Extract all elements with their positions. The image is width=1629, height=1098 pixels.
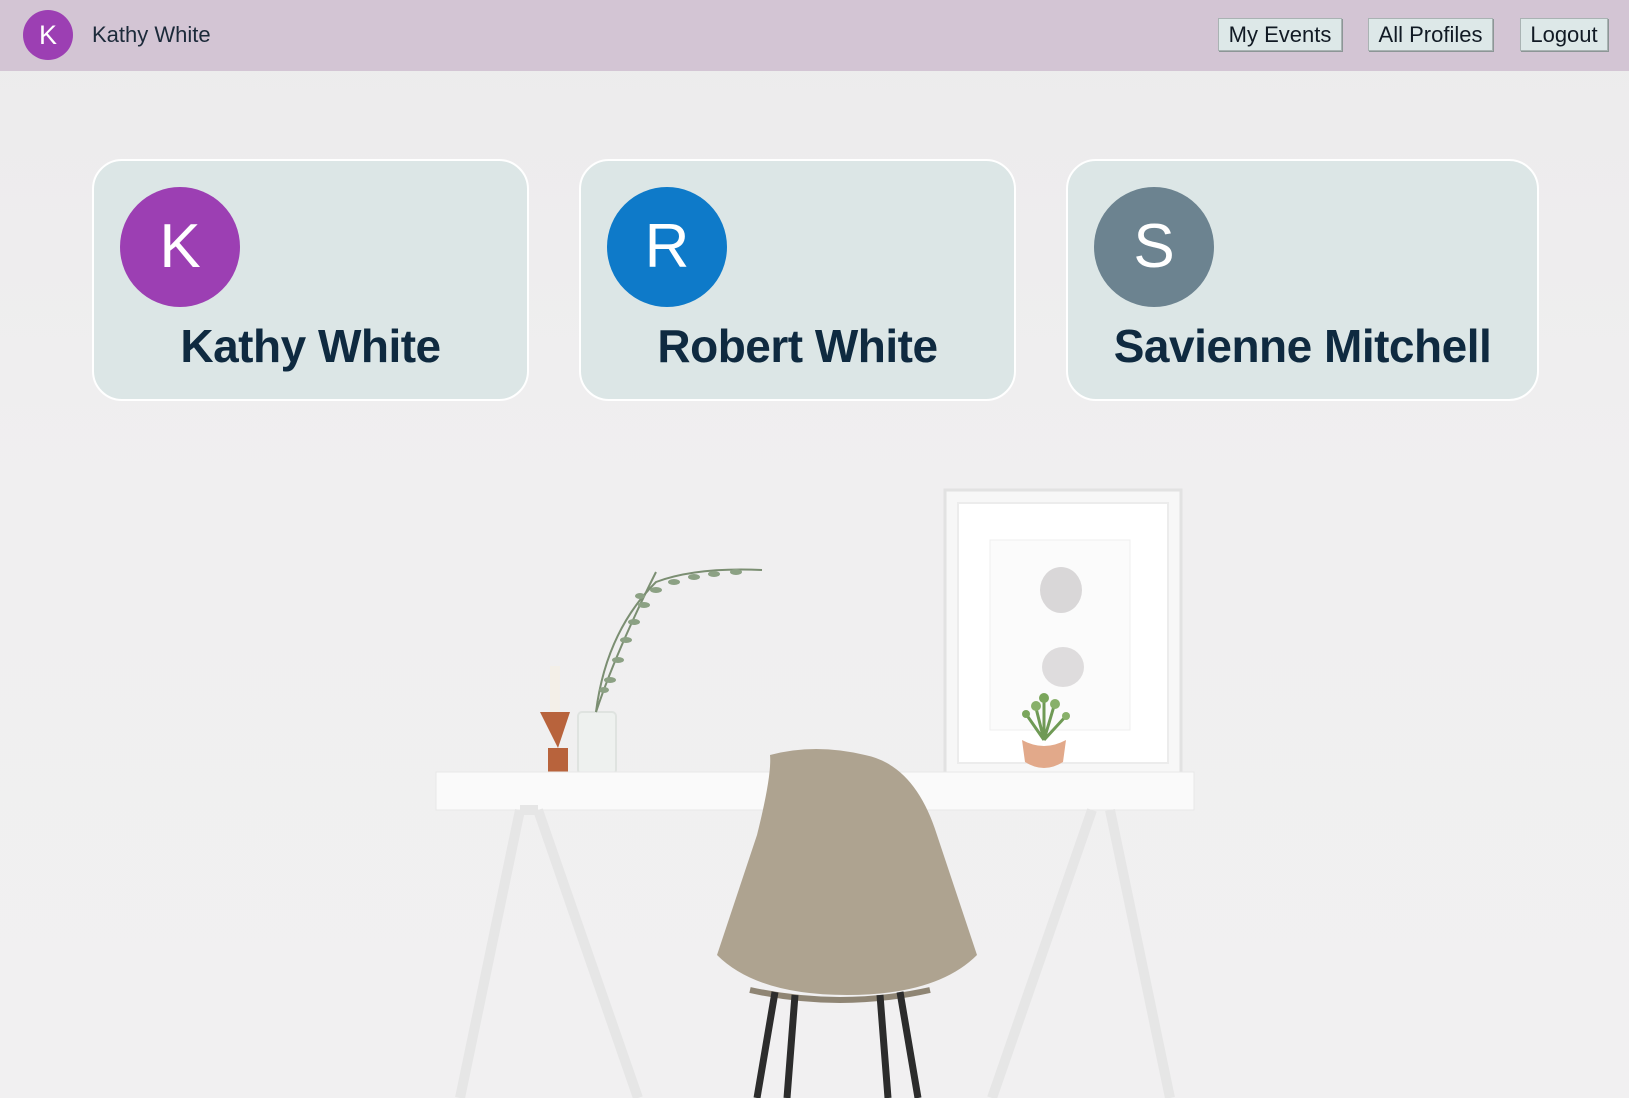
my-events-button[interactable]: My Events	[1218, 18, 1342, 51]
current-user-name: Kathy White	[92, 22, 211, 47]
profile-initial: R	[644, 212, 690, 281]
profile-name: Robert White	[657, 320, 938, 372]
profile-avatar: R	[607, 187, 727, 307]
profile-avatar: S	[1094, 187, 1214, 307]
profile-card[interactable]: R Robert White	[579, 159, 1016, 401]
profile-initial: K	[159, 212, 201, 281]
top-navigation-bar: K Kathy White My Events All Profiles Log…	[0, 0, 1629, 71]
profile-avatar: K	[120, 187, 240, 307]
profile-name: Kathy White	[180, 320, 441, 372]
picture-frame	[943, 488, 1183, 778]
profile-name: Savienne Mitchell	[1113, 320, 1492, 372]
plant-vase	[577, 568, 763, 775]
logout-button[interactable]: Logout	[1520, 18, 1608, 51]
profile-card[interactable]: S Savienne Mitchell	[1066, 159, 1539, 401]
current-user-initial: K	[38, 20, 57, 50]
current-user-avatar[interactable]: K	[23, 10, 73, 60]
profile-initial: S	[1133, 212, 1175, 281]
candle-holder	[540, 666, 570, 774]
profile-card[interactable]: K Kathy White	[92, 159, 529, 401]
all-profiles-button[interactable]: All Profiles	[1368, 18, 1493, 51]
